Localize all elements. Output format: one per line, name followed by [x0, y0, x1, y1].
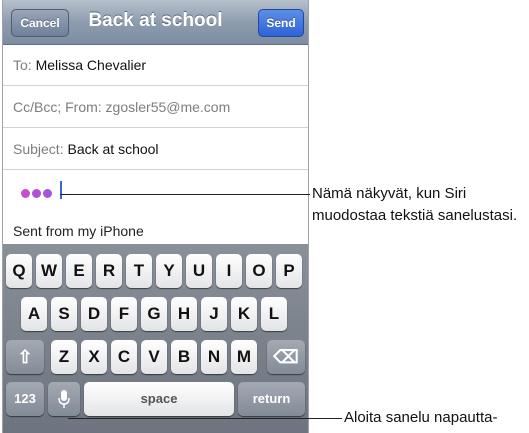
subject-field[interactable]: Subject: Back at school — [3, 129, 308, 170]
space-key[interactable]: space — [84, 382, 234, 416]
nav-bar: Cancel Back at school Send — [3, 0, 308, 45]
key-u[interactable]: U — [186, 254, 212, 288]
key-q[interactable]: Q — [6, 254, 32, 288]
return-key[interactable]: return — [238, 382, 305, 416]
send-button[interactable]: Send — [258, 9, 304, 37]
key-h[interactable]: H — [171, 297, 197, 331]
key-t[interactable]: T — [126, 254, 152, 288]
key-j[interactable]: J — [201, 297, 227, 331]
key-y[interactable]: Y — [156, 254, 182, 288]
key-m[interactable]: M — [231, 340, 257, 374]
key-l[interactable]: L — [261, 297, 287, 331]
subject-value: Back at school — [67, 141, 159, 157]
key-k[interactable]: K — [231, 297, 257, 331]
signature: Sent from my iPhone — [13, 223, 144, 239]
message-body[interactable]: Sent from my iPhone — [3, 171, 308, 251]
to-label: To: — [13, 57, 32, 73]
key-r[interactable]: R — [96, 254, 122, 288]
dictation-key[interactable] — [48, 382, 80, 416]
key-e[interactable]: E — [66, 254, 92, 288]
keyboard: ⇧ ⌫ 123 space return QWERTYUIOP ASDFGHJKL… — [3, 244, 308, 433]
key-n[interactable]: N — [201, 340, 227, 374]
delete-key[interactable]: ⌫ — [267, 340, 305, 374]
siri-callout-text: Nämä näkyvät, kun Siri muodostaa tekstiä… — [312, 185, 518, 224]
key-i[interactable]: I — [216, 254, 242, 288]
cc-bcc-label: Cc/Bcc; From: zgosler55@me.com — [13, 99, 231, 115]
key-o[interactable]: O — [246, 254, 272, 288]
text-cursor — [60, 181, 62, 199]
key-g[interactable]: G — [141, 297, 167, 331]
to-value: Melissa Chevalier — [35, 57, 147, 73]
key-w[interactable]: W — [36, 254, 62, 288]
microphone-icon — [58, 390, 70, 408]
key-f[interactable]: F — [111, 297, 137, 331]
iphone-screen: Cancel Back at school Send To: Melissa C… — [2, 0, 309, 433]
shift-key[interactable]: ⇧ — [6, 340, 44, 374]
key-z[interactable]: Z — [51, 340, 77, 374]
dictation-dot — [32, 189, 41, 198]
dictation-callout-text: Aloita sanelu napautta- — [344, 409, 498, 426]
key-b[interactable]: B — [171, 340, 197, 374]
key-c[interactable]: C — [111, 340, 137, 374]
key-s[interactable]: S — [51, 297, 77, 331]
dictation-callout-line — [68, 418, 342, 419]
to-field[interactable]: To: Melissa Chevalier — [3, 45, 308, 86]
cc-bcc-field[interactable]: Cc/Bcc; From: zgosler55@me.com — [3, 87, 308, 128]
key-p[interactable]: P — [276, 254, 302, 288]
siri-callout-line — [60, 194, 310, 195]
dictation-dot — [43, 189, 52, 198]
key-d[interactable]: D — [81, 297, 107, 331]
key-a[interactable]: A — [21, 297, 47, 331]
dictation-dots — [21, 185, 54, 203]
key-v[interactable]: V — [141, 340, 167, 374]
subject-label: Subject: — [13, 141, 64, 157]
key-x[interactable]: X — [81, 340, 107, 374]
numbers-key[interactable]: 123 — [6, 382, 44, 416]
dictation-dot — [21, 189, 30, 198]
